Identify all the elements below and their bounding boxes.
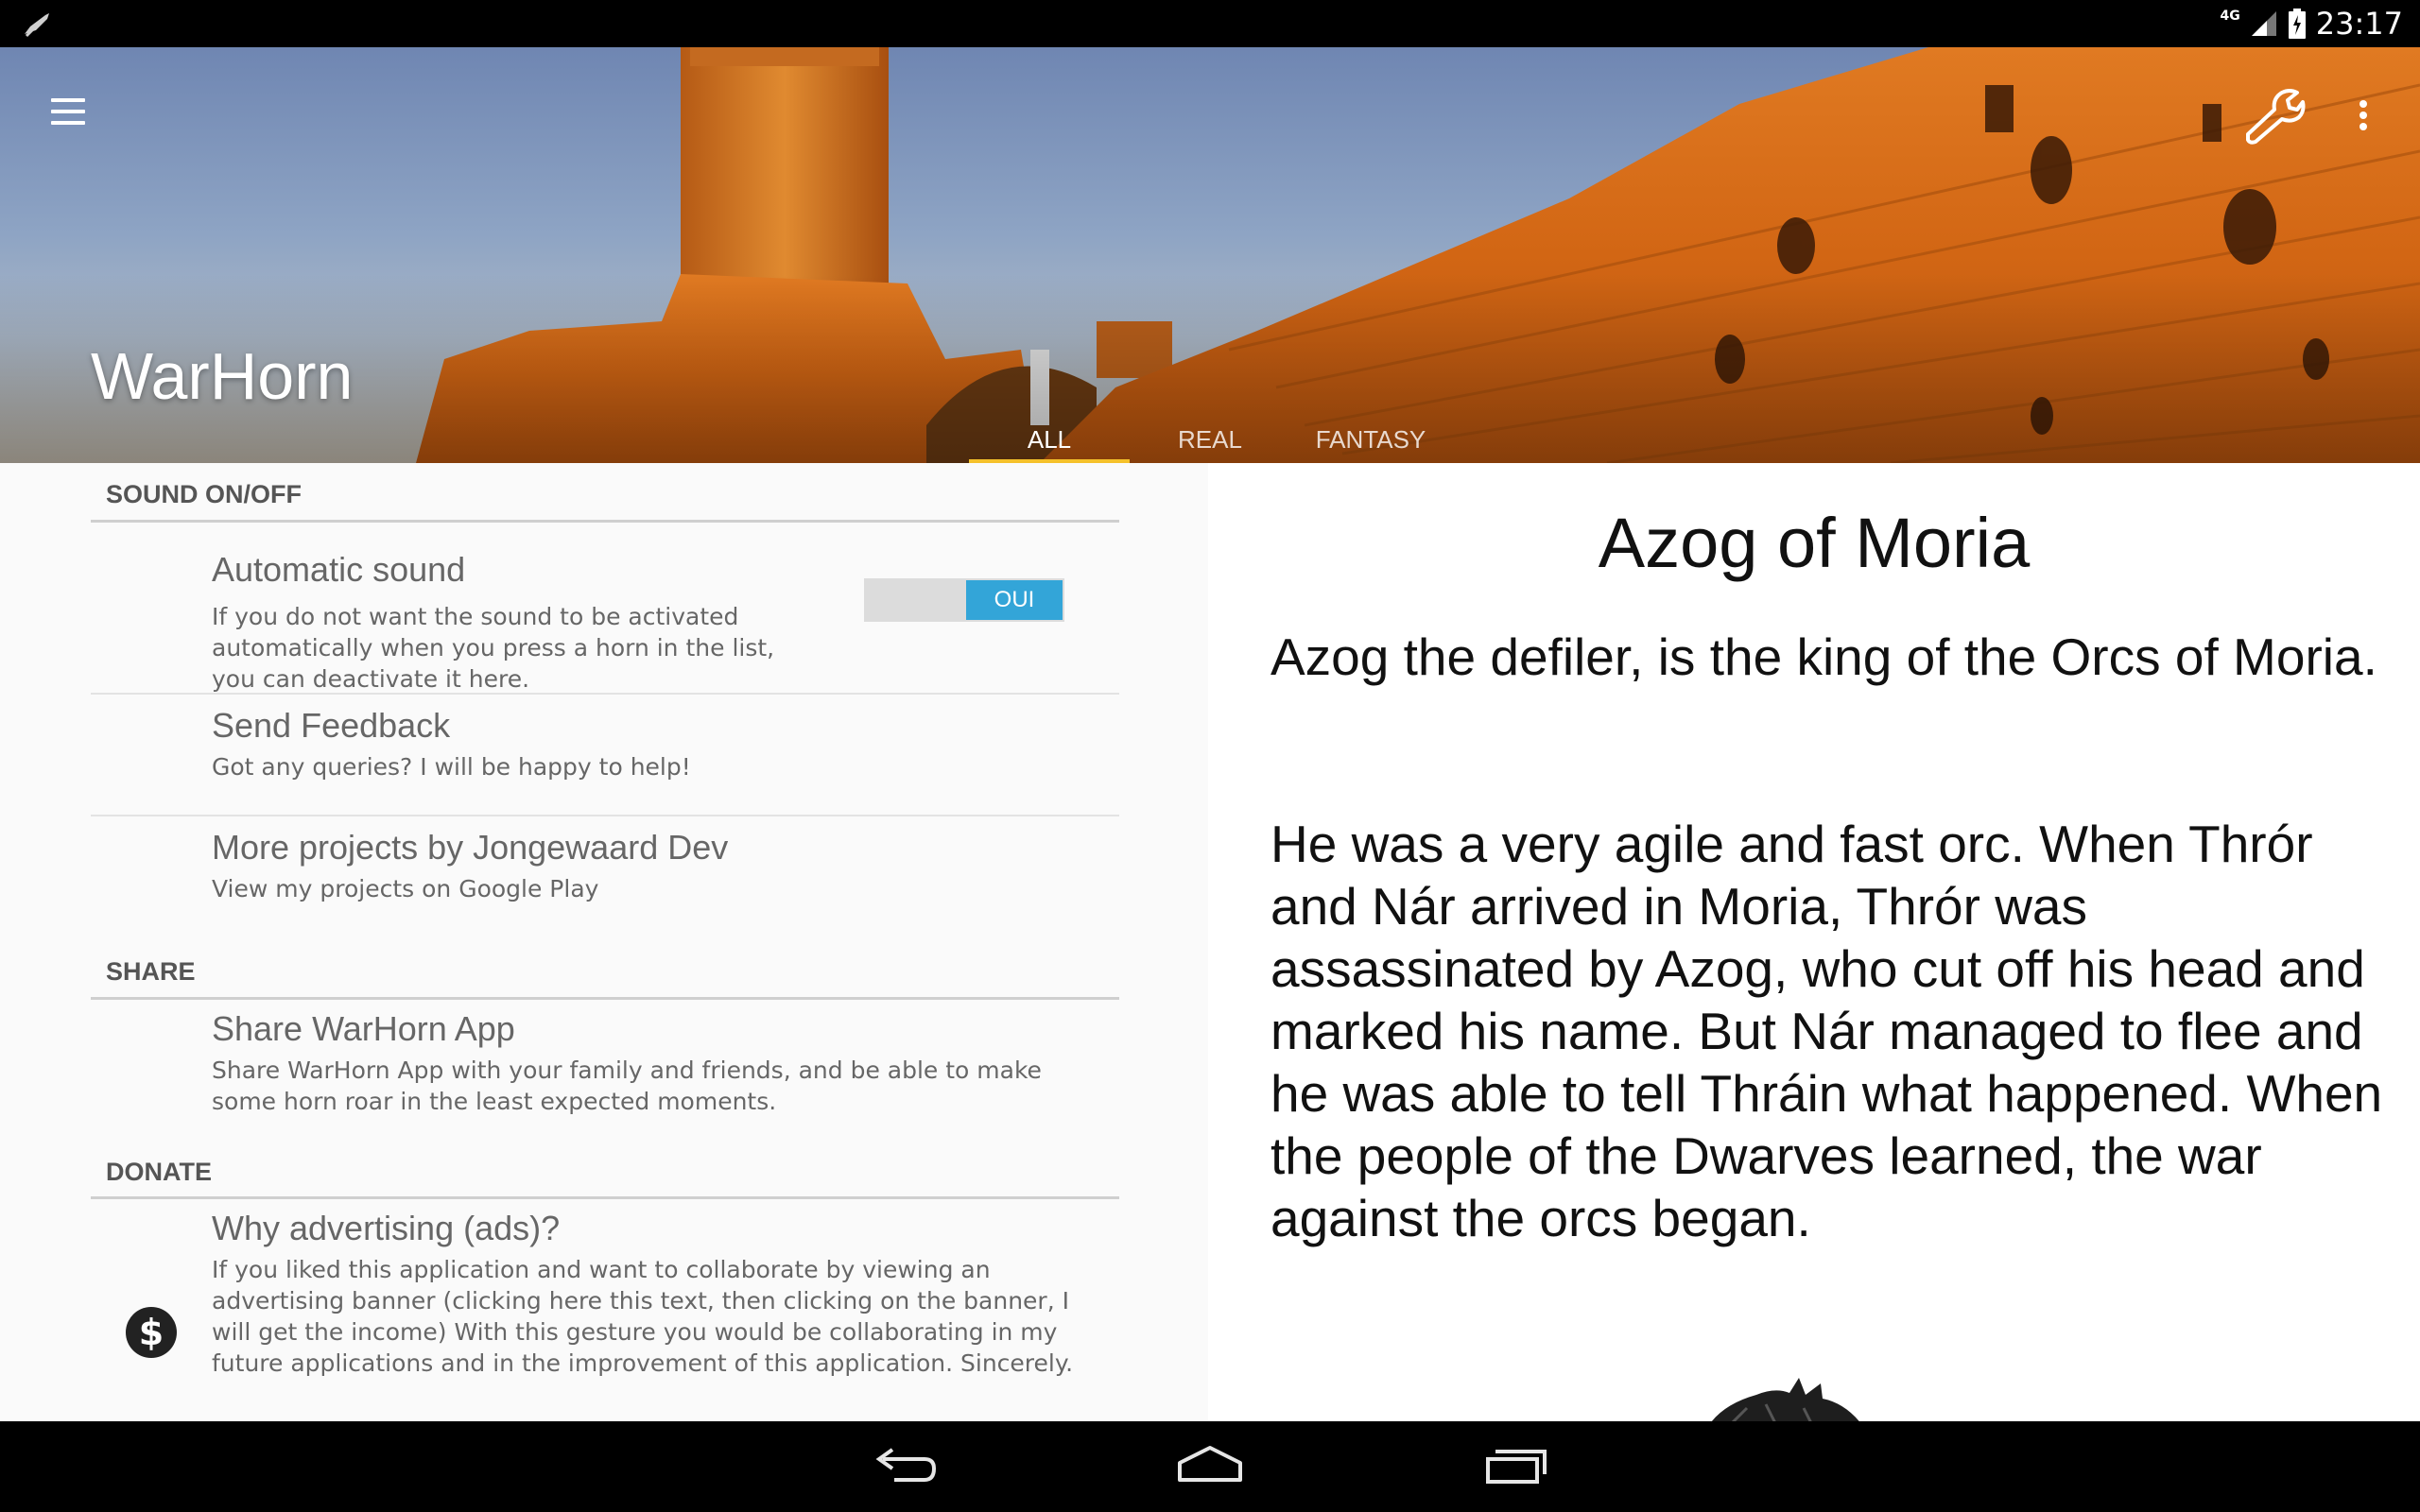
horn-description-intro: Azog the defiler, is the king of the Orc… [1270,627,2377,686]
dollar-icon: $ [126,1307,177,1358]
pref-automatic-sound[interactable]: Automatic sound If you do not want the s… [91,522,1119,693]
pref-summary: Got any queries? I will be happy to help… [212,753,691,781]
pref-summary: Share WarHorn App with your family and f… [212,1057,1042,1115]
tab-real[interactable]: REAL [1130,416,1290,463]
recents-icon[interactable] [1478,1438,1554,1495]
pref-share-app[interactable]: Share WarHorn App Share WarHorn App with… [91,1000,1119,1123]
category-sound: SOUND ON/OFF [106,480,302,508]
navigation-bar [0,1421,2420,1512]
app-title: WarHorn [91,339,354,413]
category-donate: DONATE [106,1158,212,1186]
horn-description-body: He was a very agile and fast orc. When T… [1270,815,2383,1247]
pref-summary: View my projects on Google Play [212,875,599,902]
home-icon[interactable] [1172,1438,1248,1495]
overflow-menu-button[interactable] [2344,81,2382,147]
pref-title: More projects by Jongewaard Dev [212,828,729,867]
category-share: SHARE [106,957,196,986]
category-tabs: ALL REAL FANTASY [969,416,1451,463]
horn-character-image [1711,1378,1859,1421]
settings-panel: SOUND ON/OFF Automatic sound If you do n… [0,463,1208,1421]
toggle-knob: OUI [966,580,1063,620]
clock: 23:17 [2315,6,2403,42]
pref-more-projects[interactable]: More projects by Jongewaard Dev View my … [91,816,1119,935]
pref-title: Why advertising (ads)? [212,1209,561,1247]
pref-summary: If you liked this application and want t… [212,1256,1074,1377]
pref-title: Automatic sound [212,550,466,589]
pref-send-feedback[interactable]: Send Feedback Got any queries? I will be… [91,695,1119,816]
battery-icon [2288,9,2306,39]
svg-text:$: $ [139,1312,164,1353]
horn-detail-panel: Azog of Moria Azog the defiler, is the k… [1208,463,2420,1421]
network-type-label: 4G [2220,9,2240,24]
pref-why-ads[interactable]: Why advertising (ads)? If you liked this… [91,1199,1119,1421]
back-icon[interactable] [866,1438,942,1495]
app-header: WarHorn ALL REAL FANTASY [0,47,2420,463]
pref-title: Share WarHorn App [212,1009,515,1048]
signal-icon [2251,11,2276,36]
pref-summary: If you do not want the sound to be activ… [212,603,775,693]
wrench-icon[interactable] [2240,81,2307,147]
menu-button[interactable] [40,85,96,142]
pref-title: Send Feedback [212,706,451,745]
status-icons: 4G 23:17 [2221,4,2403,43]
status-bar: 4G 23:17 [0,0,2420,47]
horn-title: Azog of Moria [1598,504,2031,582]
automatic-sound-toggle[interactable]: OUI [864,578,1064,622]
horn-notification-icon [25,13,49,38]
tab-all[interactable]: ALL [969,416,1130,463]
tab-fantasy[interactable]: FANTASY [1290,416,1451,463]
